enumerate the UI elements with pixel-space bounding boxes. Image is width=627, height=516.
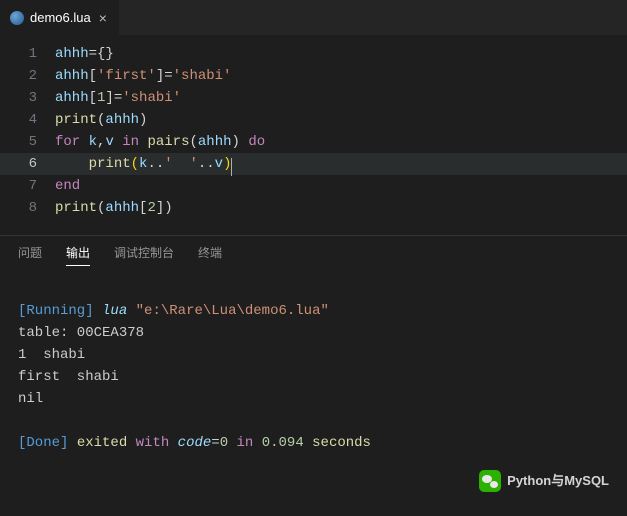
code-line[interactable]: ahhh={}: [55, 43, 627, 65]
wechat-icon: [479, 470, 501, 492]
line-number: 2: [0, 65, 55, 87]
output-line: 1 shabi: [18, 347, 85, 363]
tab-terminal[interactable]: 终端: [198, 244, 222, 266]
line-number: 1: [0, 43, 55, 65]
line-number: 5: [0, 131, 55, 153]
running-tag: [Running]: [18, 303, 94, 319]
code-line[interactable]: print(k..' '..v): [55, 153, 627, 175]
line-number: 6: [0, 153, 55, 175]
line-number: 4: [0, 109, 55, 131]
code-editor[interactable]: 1ahhh={} 2ahhh['first']='shabi' 3ahhh[1]…: [0, 35, 627, 235]
tab-debug-console[interactable]: 调试控制台: [114, 244, 174, 266]
watermark: Python与MySQL: [479, 470, 609, 492]
code-line[interactable]: end: [55, 175, 627, 197]
code-line[interactable]: print(ahhh[2]): [55, 197, 627, 219]
close-icon[interactable]: ×: [97, 10, 109, 26]
output-line: table: 00CEA378: [18, 325, 144, 341]
code-line[interactable]: ahhh['first']='shabi': [55, 65, 627, 87]
code-line[interactable]: ahhh[1]='shabi': [55, 87, 627, 109]
bottom-panel: 问题 输出 调试控制台 终端 [Running] lua "e:\Rare\Lu…: [0, 235, 627, 516]
tab-filename: demo6.lua: [30, 10, 91, 25]
tab-problems[interactable]: 问题: [18, 244, 42, 266]
line-number: 8: [0, 197, 55, 219]
line-number: 7: [0, 175, 55, 197]
output-line: first shabi: [18, 369, 119, 385]
lua-icon: [10, 11, 24, 25]
code-line[interactable]: print(ahhh): [55, 109, 627, 131]
output-line: nil: [18, 391, 43, 407]
text-cursor: [231, 158, 232, 176]
panel-tabs: 问题 输出 调试控制台 终端: [0, 236, 627, 276]
file-tab-demo6[interactable]: demo6.lua ×: [0, 0, 120, 35]
line-number: 3: [0, 87, 55, 109]
code-line[interactable]: for k,v in pairs(ahhh) do: [55, 131, 627, 153]
done-tag: [Done]: [18, 435, 68, 451]
output-panel[interactable]: [Running] lua "e:\Rare\Lua\demo6.lua" ta…: [0, 276, 627, 516]
tab-bar: demo6.lua ×: [0, 0, 627, 35]
watermark-text: Python与MySQL: [507, 470, 609, 492]
tab-output[interactable]: 输出: [66, 244, 90, 266]
